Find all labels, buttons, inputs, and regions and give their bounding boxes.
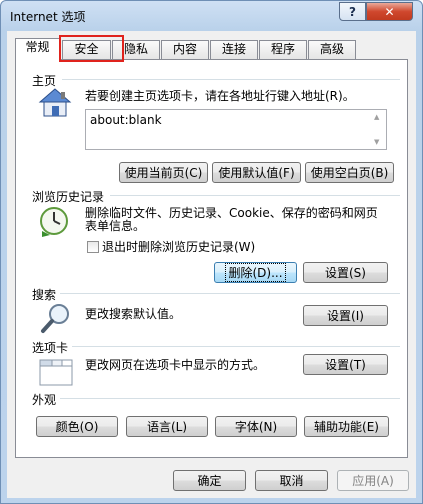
history-section-title: 浏览历史记录 — [32, 190, 105, 204]
internet-options-window: Internet 选项 ? ✕ 常规 安全 隐私 内容 连接 程序 高级 主页 … — [0, 0, 423, 504]
home-page-address-box[interactable]: about:blank ▲ ▼ — [85, 109, 387, 150]
accessibility-button[interactable]: 辅助功能(E) — [304, 416, 389, 437]
search-divider — [60, 293, 400, 294]
search-settings-button[interactable]: 设置(I) — [303, 305, 388, 326]
help-icon: ? — [349, 4, 356, 19]
ok-button[interactable]: 确定 — [173, 470, 246, 491]
help-button[interactable]: ? — [339, 2, 366, 21]
history-description-line2: 表单信息。 — [85, 219, 146, 233]
tab-programs[interactable]: 程序 — [259, 40, 307, 59]
apply-button[interactable]: 应用(A) — [337, 470, 409, 491]
history-divider — [110, 195, 400, 196]
tab-advanced[interactable]: 高级 — [308, 40, 356, 59]
tabs-description: 更改网页在选项卡中显示的方式。 — [85, 358, 266, 372]
home-icon — [38, 88, 72, 117]
tabs-section-title: 选项卡 — [32, 341, 69, 355]
tabs-divider — [72, 346, 400, 347]
history-clock-icon — [40, 207, 68, 237]
scroll-down-icon[interactable]: ▼ — [374, 138, 379, 146]
appearance-section-title: 外观 — [32, 393, 57, 407]
delete-on-exit-checkbox[interactable] — [87, 241, 99, 253]
dialog-client: 常规 安全 隐私 内容 连接 程序 高级 主页 若要创建主页选项卡，请在各地址行… — [7, 31, 416, 498]
delete-history-button-label: 删除(D)... — [225, 263, 286, 282]
home-page-divider — [62, 79, 400, 80]
use-default-button[interactable]: 使用默认值(F) — [212, 162, 301, 183]
close-icon: ✕ — [384, 4, 395, 19]
use-current-button[interactable]: 使用当前页(C) — [119, 162, 208, 183]
search-magnifier-icon — [41, 304, 69, 333]
home-page-description: 若要创建主页选项卡，请在各地址行键入地址(R)。 — [85, 89, 355, 103]
scroll-up-icon[interactable]: ▲ — [374, 113, 379, 121]
search-description: 更改搜索默认值。 — [85, 307, 182, 321]
address-box-scrollbar[interactable]: ▲ ▼ — [370, 110, 386, 149]
languages-button[interactable]: 语言(L) — [126, 416, 208, 437]
delete-on-exit-label[interactable]: 退出时删除浏览历史记录(W) — [102, 240, 255, 254]
security-tab-highlight — [59, 35, 124, 62]
tabs-window-icon — [39, 359, 73, 386]
title-bar[interactable]: Internet 选项 ? ✕ — [1, 1, 422, 31]
tab-connections[interactable]: 连接 — [210, 40, 258, 59]
use-blank-button[interactable]: 使用空白页(B) — [305, 162, 394, 183]
delete-history-button[interactable]: 删除(D)... — [214, 262, 297, 283]
general-tab-panel: 主页 若要创建主页选项卡，请在各地址行键入地址(R)。 about:blank … — [15, 59, 408, 458]
appearance-divider — [60, 398, 400, 399]
history-settings-button[interactable]: 设置(S) — [303, 262, 388, 283]
cancel-button[interactable]: 取消 — [255, 470, 328, 491]
tab-general[interactable]: 常规 — [15, 38, 60, 60]
tabs-settings-button[interactable]: 设置(T) — [303, 354, 388, 375]
window-title: Internet 选项 — [10, 10, 86, 24]
fonts-button[interactable]: 字体(N) — [215, 416, 297, 437]
history-description-line1: 删除临时文件、历史记录、Cookie、保存的密码和网页 — [85, 206, 378, 220]
home-page-address-value: about:blank — [90, 113, 162, 127]
close-button[interactable]: ✕ — [366, 2, 413, 21]
colors-button[interactable]: 颜色(O) — [36, 416, 118, 437]
tab-content[interactable]: 内容 — [161, 40, 209, 59]
